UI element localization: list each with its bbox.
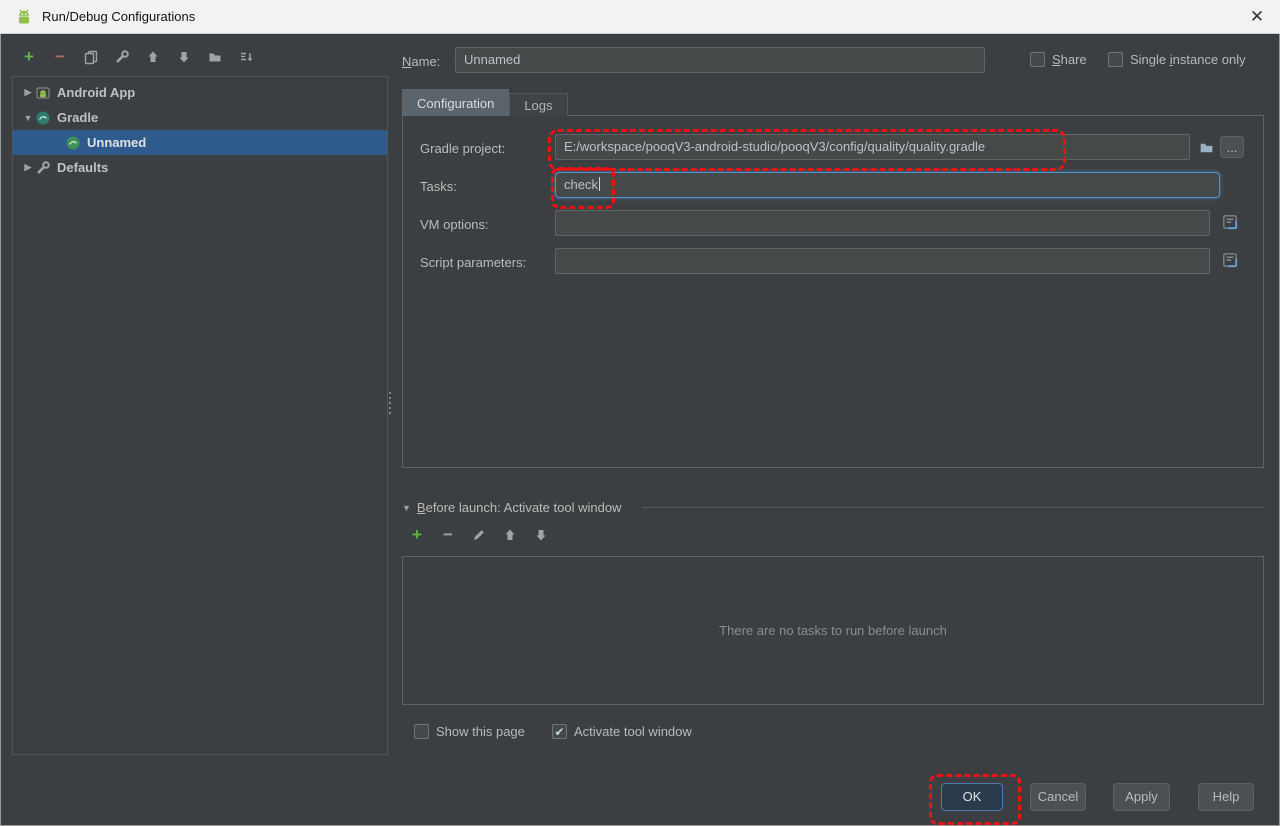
tree-item-label: Defaults (57, 160, 109, 175)
share-label: Share (1052, 52, 1087, 67)
chevron-down-icon[interactable]: ▼ (402, 503, 411, 513)
move-down-icon[interactable] (175, 48, 193, 66)
name-label: Name: (402, 54, 441, 69)
splitter-handle[interactable] (386, 392, 393, 414)
show-this-page-label: Show this page (436, 724, 525, 739)
checkbox-unchecked (414, 724, 429, 739)
empty-task-list-text: There are no tasks to run before launch (719, 623, 947, 638)
chevron-right-icon[interactable]: ▶ (21, 87, 35, 98)
activate-tool-window-label: Activate tool window (574, 724, 692, 739)
script-parameters-input[interactable] (555, 248, 1210, 274)
move-down-icon[interactable] (532, 526, 550, 544)
window-title: Run/Debug Configurations (42, 9, 196, 24)
configuration-tab-panel (402, 115, 1264, 468)
vm-options-label: VM options: (420, 217, 489, 232)
tree-item-label: Android App (57, 85, 136, 100)
tree-item-defaults[interactable]: ▶ Defaults (13, 155, 387, 180)
before-launch-header[interactable]: ▼ Before launch: Activate tool window (402, 500, 621, 515)
run-debug-configurations-dialog: Run/Debug Configurations ✕ + − ▶ Android… (0, 0, 1280, 826)
chevron-right-icon[interactable]: ▶ (21, 162, 35, 173)
browse-ellipsis-button[interactable]: ... (1220, 136, 1244, 158)
tasks-input[interactable]: check (555, 172, 1220, 198)
browse-folder-icon[interactable] (1195, 136, 1217, 158)
activate-tool-window-checkbox[interactable]: ✔ Activate tool window (552, 724, 692, 739)
gradle-icon (65, 135, 81, 151)
help-button[interactable]: Help (1198, 783, 1254, 811)
tab-logs[interactable]: Logs (509, 93, 568, 116)
checkbox-unchecked (1030, 52, 1045, 67)
move-up-icon[interactable] (144, 48, 162, 66)
android-studio-icon (14, 7, 34, 27)
close-icon[interactable]: ✕ (1246, 6, 1268, 28)
cancel-button[interactable]: Cancel (1030, 783, 1086, 811)
before-launch-toolbar: + − (408, 525, 550, 544)
configurations-tree: ▶ Android App ▼ Gradle Unnamed ▶ Default… (12, 76, 388, 755)
add-configuration-icon[interactable]: + (20, 47, 38, 66)
vm-options-input[interactable] (555, 210, 1210, 236)
chevron-down-icon[interactable]: ▼ (21, 113, 35, 123)
tree-item-gradle[interactable]: ▼ Gradle (13, 105, 387, 130)
move-up-icon[interactable] (501, 526, 519, 544)
configurations-toolbar: + − (20, 47, 255, 66)
expand-editor-icon[interactable] (1219, 211, 1241, 233)
create-folder-icon[interactable] (206, 48, 224, 66)
single-instance-label: Single instance only (1130, 52, 1246, 67)
before-launch-divider (642, 507, 1264, 508)
apply-button[interactable]: Apply (1113, 783, 1170, 811)
ok-button[interactable]: OK (941, 783, 1003, 811)
tree-item-label: Unnamed (87, 135, 147, 150)
title-bar: Run/Debug Configurations ✕ (0, 0, 1280, 34)
edit-defaults-icon[interactable] (113, 48, 131, 66)
tasks-label: Tasks: (420, 179, 457, 194)
gradle-project-input[interactable]: E:/workspace/pooqV3-android-studio/pooqV… (555, 134, 1190, 160)
checkbox-unchecked (1108, 52, 1123, 67)
tab-configuration[interactable]: Configuration (402, 89, 510, 116)
gradle-project-label: Gradle project: (420, 141, 506, 156)
android-app-icon (35, 85, 51, 101)
tree-item-unnamed[interactable]: Unnamed (13, 130, 387, 155)
tree-item-label: Gradle (57, 110, 99, 125)
sort-configurations-icon[interactable] (237, 48, 255, 66)
text-cursor (598, 177, 600, 191)
config-tabs: Configuration Logs (402, 89, 568, 116)
checkbox-checked: ✔ (552, 724, 567, 739)
single-instance-checkbox[interactable]: Single instance only (1108, 52, 1246, 67)
remove-task-icon[interactable]: − (439, 525, 457, 544)
copy-configuration-icon[interactable] (82, 48, 100, 66)
before-launch-title: Before launch: Activate tool window (416, 500, 622, 515)
expand-editor-icon[interactable] (1219, 249, 1241, 271)
script-parameters-label: Script parameters: (420, 255, 527, 270)
share-checkbox[interactable]: Share (1030, 52, 1087, 67)
tree-item-android-app[interactable]: ▶ Android App (13, 80, 387, 105)
remove-configuration-icon[interactable]: − (51, 47, 69, 66)
gradle-icon (35, 110, 51, 126)
wrench-icon (35, 160, 51, 176)
add-task-icon[interactable]: + (408, 525, 426, 544)
check-icon: ✔ (554, 724, 565, 739)
edit-task-icon[interactable] (470, 526, 488, 544)
name-input[interactable]: Unnamed (455, 47, 985, 73)
show-this-page-checkbox[interactable]: Show this page (414, 724, 525, 739)
